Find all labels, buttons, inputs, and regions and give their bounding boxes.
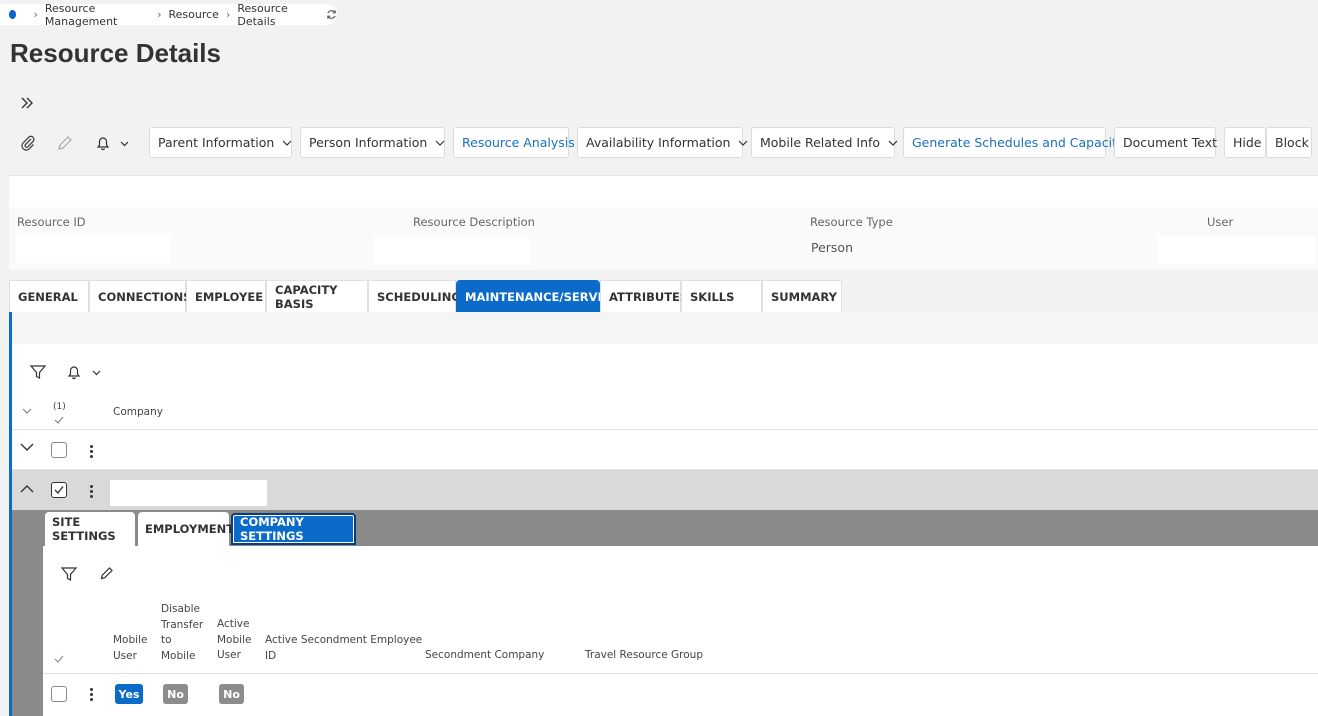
hide-button[interactable]: Hide bbox=[1224, 127, 1266, 158]
breadcrumb-item-resource-details: Resource Details bbox=[237, 1, 288, 28]
breadcrumb-item-resource[interactable]: Resource bbox=[169, 8, 219, 21]
chevron-down-icon bbox=[435, 140, 445, 146]
resource-id-field[interactable] bbox=[16, 235, 170, 263]
active-mobile-user-badge[interactable]: No bbox=[219, 684, 244, 704]
disable-transfer-badge[interactable]: No bbox=[163, 684, 188, 704]
block-button[interactable]: Block bbox=[1266, 127, 1312, 158]
selected-count: (1) bbox=[53, 402, 66, 412]
tab-employee[interactable]: EMPLOYEE bbox=[186, 280, 266, 312]
detail-tabs: GENERAL CONNECTIONS EMPLOYEE CAPACITY BA… bbox=[9, 280, 842, 312]
resource-analysis-button[interactable]: Resource Analysis bbox=[453, 127, 575, 158]
chevron-right-icon: › bbox=[225, 8, 231, 21]
double-chevron-right-icon[interactable] bbox=[19, 95, 35, 111]
person-information-button[interactable]: Person Information bbox=[300, 127, 445, 158]
parent-information-button[interactable]: Parent Information bbox=[149, 127, 292, 158]
notification-bell-icon[interactable] bbox=[93, 134, 133, 152]
row-checkbox[interactable] bbox=[51, 686, 67, 702]
chevron-right-icon: › bbox=[157, 8, 162, 21]
chevron-down-icon bbox=[888, 140, 898, 146]
mobile-user-column-header[interactable]: Mobile User bbox=[113, 633, 147, 664]
user-field[interactable] bbox=[1158, 236, 1316, 264]
subtab-site-settings[interactable]: SITE SETTINGS bbox=[45, 512, 135, 546]
chevron-up-icon[interactable] bbox=[20, 484, 34, 494]
company-column-header[interactable]: Company bbox=[113, 405, 163, 421]
chevron-down-icon bbox=[738, 140, 748, 146]
tab-attributes[interactable]: ATTRIBUTES bbox=[600, 280, 688, 312]
filter-icon[interactable] bbox=[29, 363, 47, 381]
refresh-icon[interactable] bbox=[326, 9, 337, 20]
availability-information-button[interactable]: Availability Information bbox=[577, 127, 748, 158]
company-cell[interactable] bbox=[113, 436, 270, 462]
company-cell[interactable] bbox=[110, 480, 267, 506]
generate-schedules-button[interactable]: Generate Schedules and Capacity bbox=[903, 127, 1124, 158]
filter-icon[interactable] bbox=[60, 565, 78, 583]
breadcrumb: › Resource Management › Resource › Resou… bbox=[0, 1, 337, 28]
disable-transfer-column-header[interactable]: Disable Transfer to Mobile bbox=[161, 602, 203, 664]
secondment-company-column-header[interactable]: Secondment Company bbox=[425, 648, 544, 664]
tab-connections[interactable]: CONNECTIONS bbox=[89, 280, 192, 312]
active-secondment-column-header[interactable]: Active Secondment Employee ID bbox=[265, 633, 422, 664]
subtab-company-settings[interactable]: COMPANY SETTINGS bbox=[231, 513, 356, 545]
resource-header-fields bbox=[9, 207, 1318, 270]
tab-general[interactable]: GENERAL bbox=[9, 280, 89, 312]
subtab-employment[interactable]: EMPLOYMENT bbox=[138, 512, 234, 546]
panel-toolbar-strip bbox=[12, 312, 1318, 344]
travel-resource-group-column-header[interactable]: Travel Resource Group bbox=[585, 648, 703, 664]
more-options-icon[interactable] bbox=[86, 686, 96, 702]
chevron-down-icon[interactable] bbox=[20, 442, 34, 452]
tab-scheduling[interactable]: SCHEDULING bbox=[368, 280, 461, 312]
page-title: Resource Details bbox=[10, 38, 221, 68]
chevron-down-icon bbox=[282, 140, 292, 146]
tab-capacity-basis[interactable]: CAPACITY BASIS bbox=[266, 280, 368, 312]
more-options-icon[interactable] bbox=[86, 443, 96, 459]
tab-skills[interactable]: SKILLS bbox=[681, 280, 762, 312]
pencil-icon[interactable] bbox=[99, 565, 115, 581]
resource-id-label: Resource ID bbox=[17, 215, 86, 229]
paperclip-icon[interactable] bbox=[19, 134, 37, 152]
pencil-icon[interactable] bbox=[56, 134, 74, 152]
mobile-user-badge[interactable]: Yes bbox=[115, 684, 143, 704]
check-icon[interactable] bbox=[54, 416, 64, 424]
tab-maintenance-service[interactable]: MAINTENANCE/SERVICE bbox=[456, 280, 618, 312]
resource-type-value: Person bbox=[811, 240, 854, 255]
row-checkbox[interactable] bbox=[51, 442, 67, 458]
resource-type-label: Resource Type bbox=[810, 215, 893, 229]
row-checkbox-checked[interactable] bbox=[51, 482, 67, 498]
home-icon[interactable] bbox=[9, 10, 17, 19]
breadcrumb-item-resource-management[interactable]: Resource Management bbox=[45, 2, 150, 28]
resource-description-field[interactable] bbox=[373, 237, 530, 265]
user-label: User bbox=[1207, 215, 1234, 229]
tab-summary[interactable]: SUMMARY bbox=[762, 280, 842, 312]
mobile-related-info-button[interactable]: Mobile Related Info bbox=[751, 127, 898, 158]
chevron-down-icon[interactable] bbox=[22, 407, 32, 415]
chevron-right-icon: › bbox=[33, 8, 38, 21]
notification-bell-icon[interactable] bbox=[66, 363, 106, 381]
check-icon[interactable] bbox=[54, 655, 64, 663]
active-mobile-user-column-header[interactable]: Active Mobile User bbox=[217, 617, 251, 664]
more-options-icon[interactable] bbox=[86, 483, 96, 499]
resource-description-label: Resource Description bbox=[413, 215, 535, 229]
document-text-button[interactable]: Document Text bbox=[1114, 127, 1217, 158]
detail-header-divider bbox=[43, 673, 1318, 674]
